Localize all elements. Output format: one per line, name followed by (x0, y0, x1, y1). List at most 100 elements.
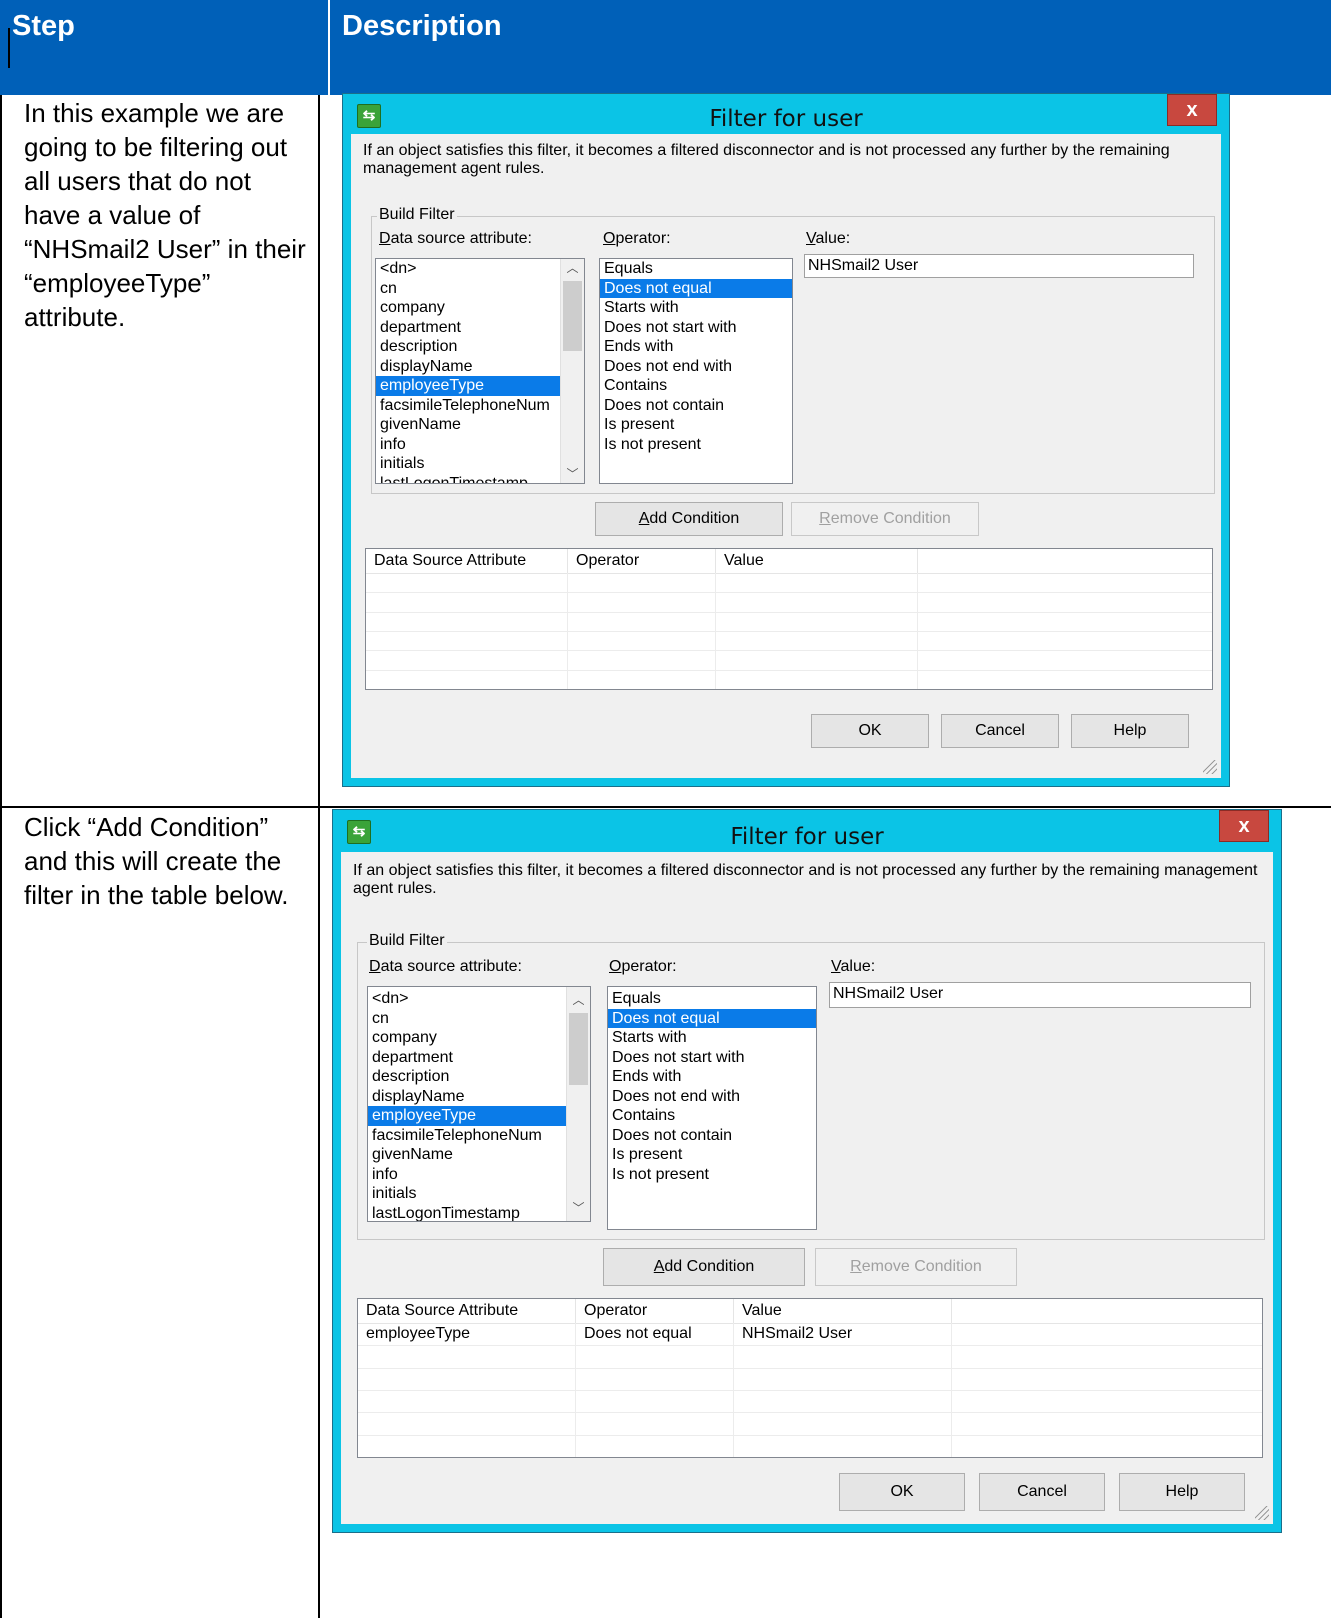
value-input[interactable]: NHSmail2 User (829, 982, 1251, 1008)
operator-label: Operator: (603, 230, 671, 247)
scroll-up-icon[interactable]: ︿ (561, 259, 584, 277)
operator-listbox[interactable]: Equals Does not equal Starts with Does not … (607, 986, 817, 1230)
scroll-down-icon[interactable]: ﹀ (567, 1199, 590, 1217)
attribute-option[interactable]: givenName (368, 1145, 590, 1165)
filter-dialog-2: ⇆ Filter for user x If an object satisfi… (332, 809, 1282, 1533)
attribute-option[interactable]: description (368, 1067, 590, 1087)
attribute-option[interactable]: department (368, 1048, 590, 1068)
operator-option[interactable]: Is not present (600, 435, 792, 455)
operator-option[interactable]: Equals (600, 259, 792, 279)
scroll-up-icon[interactable]: ︿ (567, 991, 590, 1009)
attribute-option[interactable]: facsimileTelephoneNum (368, 1126, 590, 1146)
operator-option[interactable]: Is present (608, 1145, 816, 1165)
add-condition-button[interactable]: Add Condition (595, 502, 783, 536)
attribute-option[interactable]: initials (376, 454, 584, 474)
attribute-scrollbar[interactable]: ︿ ﹀ (560, 259, 584, 483)
grid-header-attribute[interactable]: Data Source Attribute (366, 549, 568, 573)
condition-operator-cell[interactable]: Does not equal (584, 1325, 692, 1343)
attribute-option[interactable]: info (376, 435, 584, 455)
operator-option[interactable]: Does not contain (600, 396, 792, 416)
attribute-option[interactable]: info (368, 1165, 590, 1185)
grid-column-line (951, 1323, 952, 1457)
dialog-body: If an object satisfies this filter, it b… (341, 852, 1273, 1524)
attribute-option[interactable]: department (376, 318, 584, 338)
scroll-thumb[interactable] (569, 1013, 588, 1085)
grid-header-value[interactable]: Value (716, 549, 918, 573)
remove-condition-button[interactable]: Remove Condition (791, 502, 979, 536)
cancel-button[interactable]: Cancel (941, 714, 1059, 748)
attribute-option[interactable]: displayName (368, 1087, 590, 1107)
operator-option[interactable]: Does not contain (608, 1126, 816, 1146)
grid-column-line (733, 1323, 734, 1457)
operator-option[interactable]: Does not equal (608, 1008, 816, 1028)
grid-header: Data Source Attribute Operator Value (366, 549, 1212, 574)
operator-option[interactable]: Does not end with (608, 1087, 816, 1107)
filter-dialog-1: ⇆ Filter for user x If an object satisfi… (342, 93, 1230, 787)
help-button[interactable]: Help (1071, 714, 1189, 748)
operator-option[interactable]: Is present (600, 415, 792, 435)
attribute-option[interactable]: givenName (376, 415, 584, 435)
scroll-thumb[interactable] (563, 281, 582, 351)
cancel-button[interactable]: Cancel (979, 1473, 1105, 1511)
attribute-option[interactable]: employeeType (376, 376, 584, 396)
grid-row-line (358, 1434, 1262, 1436)
scroll-down-icon[interactable]: ﹀ (561, 465, 584, 483)
condition-value-cell[interactable]: NHSmail2 User (742, 1325, 852, 1343)
grid-row-line (366, 592, 1212, 594)
operator-option[interactable]: Contains (608, 1106, 816, 1126)
add-condition-button[interactable]: Add Condition (603, 1248, 805, 1286)
attribute-option[interactable]: company (368, 1028, 590, 1048)
grid-row-line (366, 650, 1212, 652)
operator-listbox[interactable]: Equals Does not equal Starts with Does not … (599, 258, 793, 484)
resize-grip[interactable] (1203, 760, 1217, 774)
grid-header-value[interactable]: Value (734, 1299, 952, 1323)
attribute-option[interactable]: facsimileTelephoneNum (376, 396, 584, 416)
operator-option[interactable]: Is not present (608, 1165, 816, 1185)
conditions-grid: Data Source Attribute Operator Value emp… (357, 1298, 1263, 1458)
operator-option[interactable]: Starts with (608, 1028, 816, 1048)
resize-grip[interactable] (1255, 1506, 1269, 1520)
attribute-option[interactable]: initials (368, 1184, 590, 1204)
value-input[interactable]: NHSmail2 User (804, 254, 1194, 278)
operator-option[interactable]: Contains (600, 376, 792, 396)
ok-button[interactable]: OK (811, 714, 929, 748)
help-button[interactable]: Help (1119, 1473, 1245, 1511)
grid-header-operator[interactable]: Operator (576, 1299, 734, 1323)
grid-header-attribute[interactable]: Data Source Attribute (358, 1299, 576, 1323)
operator-option[interactable]: Ends with (600, 337, 792, 357)
attribute-option[interactable]: lastLogonTimestamp (376, 474, 584, 484)
attribute-option[interactable]: company (376, 298, 584, 318)
header-step-label: Step (12, 10, 75, 42)
grid-row-line (366, 631, 1212, 632)
condition-attribute-cell[interactable]: employeeType (366, 1325, 470, 1343)
attribute-listbox[interactable]: <dn> cn company department description displa… (367, 986, 591, 1222)
value-label: Value: (806, 230, 851, 247)
remove-condition-button[interactable]: Remove Condition (815, 1248, 1017, 1286)
attribute-label: Data source attribute: (379, 230, 532, 247)
attribute-option[interactable]: cn (376, 279, 584, 299)
attribute-option[interactable]: <dn> (376, 259, 584, 279)
operator-option[interactable]: Does not equal (600, 278, 792, 298)
close-icon[interactable]: x (1167, 94, 1217, 126)
filter-description: If an object satisfies this filter, it b… (353, 862, 1258, 897)
grid-row-line (358, 1390, 1262, 1391)
operator-option[interactable]: Does not start with (608, 1048, 816, 1068)
ok-button[interactable]: OK (839, 1473, 965, 1511)
close-icon[interactable]: x (1219, 810, 1269, 842)
attribute-option[interactable]: employeeType (368, 1106, 590, 1126)
operator-option[interactable]: Starts with (600, 298, 792, 318)
operator-items: Equals Does not equal Starts with Does not … (600, 259, 792, 454)
attribute-option[interactable]: description (376, 337, 584, 357)
attribute-scrollbar[interactable]: ︿ ﹀ (566, 987, 590, 1221)
attribute-option[interactable]: displayName (376, 357, 584, 377)
attribute-option[interactable]: lastLogonTimestamp (368, 1204, 590, 1222)
grid-header-operator[interactable]: Operator (568, 549, 716, 573)
operator-option[interactable]: Equals (608, 989, 816, 1009)
operator-option[interactable]: Ends with (608, 1067, 816, 1087)
attribute-option[interactable]: <dn> (368, 989, 590, 1009)
attribute-listbox[interactable]: <dn> cn company department description displa… (375, 258, 585, 484)
operator-option[interactable]: Does not end with (600, 357, 792, 377)
attribute-option[interactable]: cn (368, 1009, 590, 1029)
column-divider (318, 95, 320, 1618)
operator-option[interactable]: Does not start with (600, 318, 792, 338)
